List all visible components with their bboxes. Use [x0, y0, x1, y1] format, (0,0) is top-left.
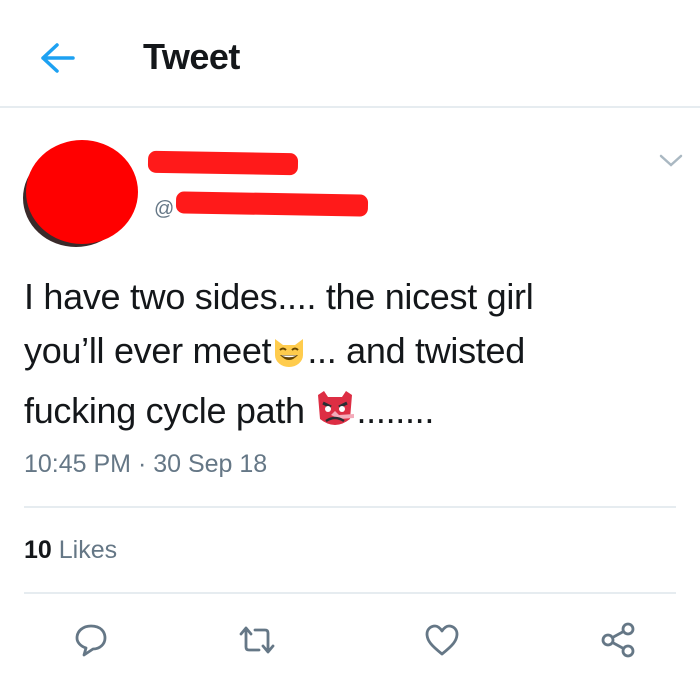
retweet-icon [239, 626, 275, 654]
handle-prefix: @ [154, 198, 175, 220]
tweet-text-line: I have two sides.... the nicest girl [24, 276, 534, 317]
like-button[interactable] [418, 616, 466, 664]
page-title: Tweet [143, 36, 240, 77]
arrow-left-icon [41, 43, 75, 73]
more-options-button[interactable] [656, 148, 686, 174]
goblin-mask-emoji-icon [314, 389, 356, 444]
chevron-down-icon [659, 154, 683, 167]
avatar[interactable] [26, 140, 138, 244]
top-bar: Tweet [0, 0, 700, 108]
divider [24, 592, 676, 594]
share-icon [601, 622, 635, 658]
likes-count: 10 [24, 536, 52, 564]
share-button[interactable] [594, 616, 642, 664]
tweet-timestamp[interactable]: 10:45 PM · 30 Sep 18 [24, 450, 267, 479]
heart-icon [425, 624, 459, 656]
retweet-button[interactable] [233, 616, 281, 664]
likes-label: Likes [51, 536, 118, 564]
reply-icon [75, 624, 107, 657]
reply-button[interactable] [67, 616, 115, 664]
tweet-text: I have two sides.... the nicest girl you… [24, 270, 674, 444]
redacted-handle [175, 191, 369, 217]
back-button[interactable] [34, 38, 80, 78]
redacted-display-name [147, 150, 299, 176]
divider [24, 506, 676, 508]
tweet-text-line: fucking cycle path ........ [24, 384, 674, 444]
likes-count-link[interactable]: 10 Likes [24, 536, 117, 565]
tweet-text-line: you’ll ever meet ... and twisted [24, 324, 674, 384]
grinning-cat-emoji-icon [271, 330, 307, 384]
